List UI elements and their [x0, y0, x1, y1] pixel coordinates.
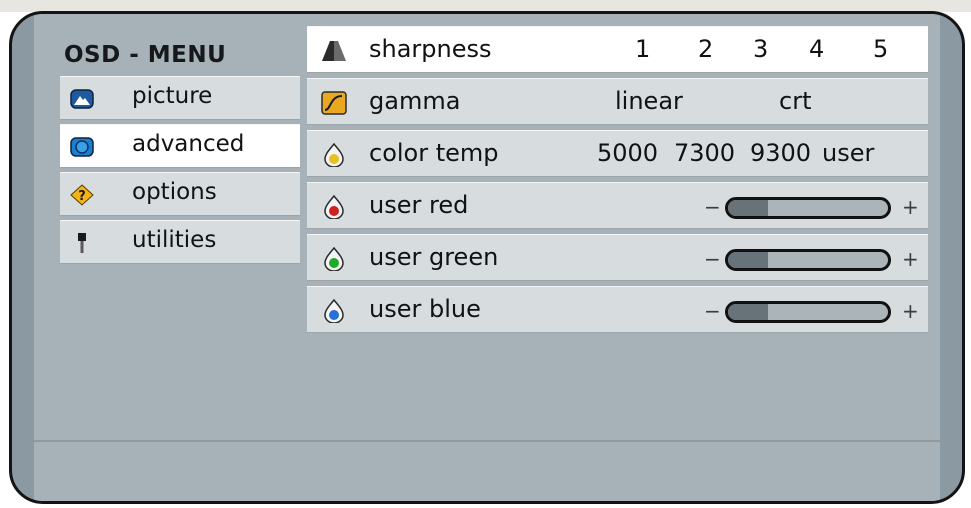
question-icon: ?: [70, 184, 94, 206]
increase-blue-button[interactable]: +: [902, 299, 919, 323]
user-green-label: user green: [369, 243, 499, 271]
decrease-red-button[interactable]: −: [704, 195, 721, 219]
color-temp-option-7300[interactable]: 7300: [674, 139, 735, 167]
sharpness-label: sharpness: [369, 35, 492, 63]
gamma-label: gamma: [369, 87, 461, 115]
osd-frame: OSD - MENU picture advanced ? options ut…: [9, 11, 965, 504]
user-blue-label: user blue: [369, 295, 481, 323]
sharpness-option-5[interactable]: 5: [873, 35, 888, 63]
divider: [12, 440, 962, 442]
sharpness-option-4[interactable]: 4: [809, 35, 824, 63]
color-temp-option-5000[interactable]: 5000: [597, 139, 658, 167]
setting-row-user-blue[interactable]: user blue − +: [307, 286, 928, 333]
gamma-option-linear[interactable]: linear: [615, 87, 683, 115]
sharpness-option-1[interactable]: 1: [635, 35, 650, 63]
user-green-slider[interactable]: [725, 249, 891, 271]
slider-fill: [728, 252, 768, 268]
setting-row-gamma[interactable]: gamma linear crt: [307, 78, 928, 125]
sharpness-option-2[interactable]: 2: [698, 35, 713, 63]
menu-title: OSD - MENU: [64, 42, 227, 68]
picture-icon: [70, 89, 94, 109]
slider-fill: [728, 200, 768, 216]
user-blue-slider[interactable]: [725, 301, 891, 323]
green-drop-icon: [324, 247, 344, 271]
setting-row-user-red[interactable]: user red − +: [307, 182, 928, 229]
sidebar-item-picture[interactable]: picture: [60, 76, 300, 120]
increase-red-button[interactable]: +: [902, 195, 919, 219]
blue-drop-icon: [324, 299, 344, 323]
sharpness-icon: [322, 41, 346, 61]
color-temp-option-user[interactable]: user: [822, 139, 874, 167]
decrease-blue-button[interactable]: −: [704, 299, 721, 323]
setting-row-user-green[interactable]: user green − +: [307, 234, 928, 281]
sidebar-item-label: picture: [132, 83, 213, 109]
color-temp-label: color temp: [369, 139, 499, 167]
gamma-icon: [321, 91, 347, 115]
sidebar-item-label: advanced: [132, 131, 245, 157]
sidebar-item-label: options: [132, 179, 217, 205]
decrease-green-button[interactable]: −: [704, 247, 721, 271]
red-drop-icon: [324, 195, 344, 219]
setting-row-color-temp[interactable]: color temp 5000 7300 9300 user: [307, 130, 928, 177]
slider-fill: [728, 304, 768, 320]
sidebar-item-options[interactable]: ? options: [60, 172, 300, 216]
gamma-option-crt[interactable]: crt: [779, 87, 811, 115]
tool-icon: [78, 233, 86, 253]
sidebar-item-advanced[interactable]: advanced: [60, 124, 300, 168]
color-temp-option-9300[interactable]: 9300: [750, 139, 811, 167]
svg-text:?: ?: [78, 189, 86, 204]
sidebar-item-label: utilities: [132, 227, 217, 253]
increase-green-button[interactable]: +: [902, 247, 919, 271]
user-red-slider[interactable]: [725, 197, 891, 219]
advanced-icon: [70, 137, 94, 157]
sharpness-option-3[interactable]: 3: [753, 35, 768, 63]
color-temp-icon: [324, 143, 344, 167]
sidebar-item-utilities[interactable]: utilities: [60, 220, 300, 264]
setting-row-sharpness[interactable]: sharpness 1 2 3 4 5: [307, 26, 928, 73]
user-red-label: user red: [369, 191, 469, 219]
